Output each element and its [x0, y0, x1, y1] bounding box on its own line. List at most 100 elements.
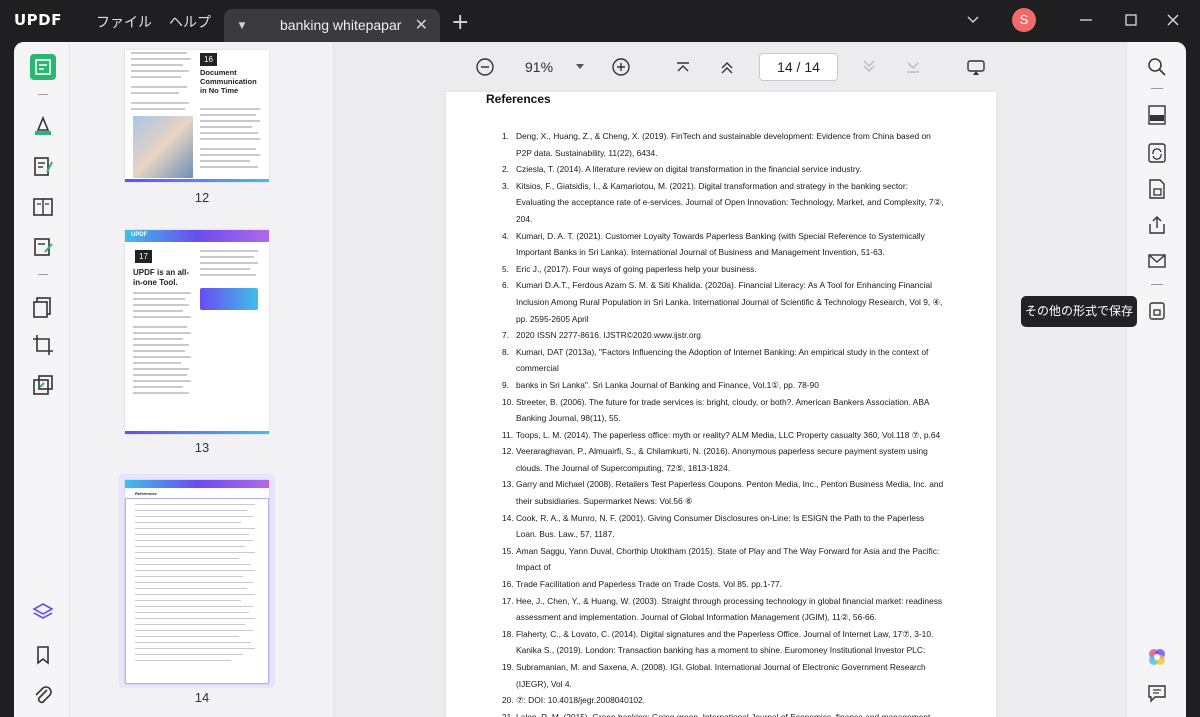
thumbnail-page-number: 14 — [194, 690, 210, 705]
reference-number: 11. — [502, 429, 514, 440]
reference-text: Deng, X., Huang, Z., & Cheng, X. (2019).… — [516, 131, 931, 158]
reference-number: 12. — [502, 446, 514, 457]
organize-pages-icon[interactable] — [30, 294, 56, 320]
email-icon[interactable] — [1146, 250, 1168, 272]
zoom-level[interactable]: 91% — [525, 59, 553, 75]
search-icon[interactable] — [1146, 56, 1168, 78]
share-icon[interactable] — [1146, 214, 1168, 236]
reference-text: ⑦: DOI: 10.4018/jegr.2008040102. — [516, 695, 646, 706]
tab-close-icon[interactable]: ✕ — [415, 15, 428, 34]
reference-item: 6. Kumari D.A.T., Ferdous Azam S. M. & Si… — [486, 277, 946, 327]
reference-number: 2. — [502, 164, 509, 175]
close-window-icon[interactable] — [1163, 10, 1183, 30]
tab-dropdown-icon[interactable]: ▼ — [234, 18, 250, 34]
reference-number: 3. — [502, 180, 509, 191]
form-icon[interactable] — [30, 194, 56, 220]
reference-item: 9. banks in Sri Lanka". Sri Lanka Journal… — [486, 377, 946, 394]
zoom-out-icon[interactable] — [474, 56, 496, 78]
reference-number: 6. — [502, 280, 509, 291]
reference-item: 10. Streeter, B. (2006). The future for t… — [486, 394, 946, 427]
reference-number: 16. — [502, 579, 514, 590]
separator — [38, 94, 48, 95]
first-page-icon[interactable] — [672, 56, 694, 78]
reference-text: Flaherty, C., & Lovato, C. (2014). Digit… — [516, 628, 934, 656]
next-page-icon — [858, 56, 880, 78]
reference-text: banks in Sri Lanka". Sri Lanka Journal o… — [516, 379, 819, 390]
thumbnail-page-12[interactable]: 16 Document Communication in No Time — [125, 50, 269, 182]
reference-text: Lalon, R. M. (2015). Green banking: Goin… — [516, 711, 931, 717]
chevron-down-icon[interactable] — [965, 12, 981, 28]
reference-text: Kumari D.A.T., Ferdous Azam S. M. & Siti… — [516, 280, 943, 324]
reference-text: Trade Facilitation and Paperless Trade o… — [516, 579, 782, 590]
thumbnail-logo: UPDF — [131, 232, 148, 238]
reference-number: 5. — [502, 263, 509, 274]
reference-item: 2. Cziesla, T. (2014). A literature revie… — [486, 161, 946, 178]
reference-number: 1. — [502, 131, 509, 141]
convert-icon[interactable] — [1146, 142, 1168, 164]
tooltip-save-as: その他の形式で保存 — [1021, 296, 1137, 327]
app-logo[interactable]: UPDF — [14, 11, 62, 29]
reference-number: 13. — [502, 479, 514, 490]
protect-icon[interactable] — [1146, 178, 1168, 200]
reference-item: 20. ⑦: DOI: 10.4018/jegr.2008040102. — [486, 692, 946, 709]
zoom-dropdown-icon[interactable] — [572, 58, 594, 80]
previous-page-icon[interactable] — [716, 56, 738, 78]
maximize-icon[interactable] — [1121, 10, 1141, 30]
reference-text: Eric J., (2017). Four ways of going pape… — [516, 263, 757, 274]
reference-number: 19. — [502, 662, 514, 672]
crop-icon[interactable] — [30, 332, 56, 358]
page-tools-icon[interactable] — [30, 372, 56, 398]
thumbnail-page-number: 13 — [194, 440, 210, 455]
save-as-other-icon[interactable] — [1146, 300, 1168, 322]
menu-file[interactable]: ファイル — [96, 12, 152, 32]
reference-number: 7. — [502, 330, 509, 341]
zoom-in-icon[interactable] — [610, 56, 632, 78]
thumbnail-heading: Document Communication in No Time — [200, 68, 257, 95]
menu-help[interactable]: ヘルプ — [169, 12, 211, 32]
reference-item: 4. Kumari, D. A. T. (2021). Customer Loya… — [486, 228, 946, 261]
minimize-icon[interactable] — [1076, 10, 1096, 30]
comment-icon[interactable] — [1146, 682, 1168, 704]
reader-mode-icon[interactable] — [30, 54, 56, 80]
reference-item: 15. Aman Saggu, Yann Duval, Chorthip Utok… — [486, 543, 946, 576]
reference-text: Veeraraghavan, P., Almuairfi, S., & Chil… — [516, 446, 928, 473]
reference-text: Hee, J., Chen, Y., & Huang, W. (2003). S… — [516, 595, 943, 623]
thumbnail-page-14[interactable]: References — [125, 480, 269, 684]
reference-item: 13. Garry and Michael (2008). Retailers T… — [486, 476, 946, 509]
thumbnail-badge: 16 — [200, 53, 217, 66]
bookmark-icon[interactable] — [30, 642, 56, 668]
new-tab-icon[interactable]: + — [451, 10, 469, 35]
page-number-input[interactable]: 14 / 14 — [759, 53, 838, 81]
reference-number: 10. — [502, 396, 514, 407]
attachment-icon[interactable] — [30, 682, 56, 708]
thumbnail-badge: 17 — [135, 250, 152, 263]
document-viewer[interactable]: 91% 14 / 14 References 1. Deng, X., Huan… — [334, 42, 1126, 717]
edit-pdf-icon[interactable] — [30, 154, 56, 180]
pdf-page: References 1. Deng, X., Huang, Z., & Chen… — [446, 92, 996, 717]
thumbnail-heading: UPDF is an all-in-one Tool. — [133, 268, 190, 287]
reference-item: 19. Subramanian, M. and Saxena, A. (2008)… — [486, 659, 946, 692]
ocr-icon[interactable] — [1146, 104, 1168, 126]
reference-list: 1. Deng, X., Huang, Z., & Cheng, X. (2019… — [486, 128, 946, 717]
fill-sign-icon[interactable] — [30, 234, 56, 260]
reference-number: 21. — [502, 711, 514, 717]
thumbnail-panel: 16 Document Communication in No Time 12 … — [70, 42, 334, 717]
layers-icon[interactable] — [30, 599, 56, 625]
thumbnail-page-13[interactable]: UPDF 17 UPDF is an all-in-one Tool. — [125, 230, 269, 434]
reference-item: 17. Hee, J., Chen, Y., & Huang, W. (2003)… — [486, 593, 946, 626]
last-page-icon — [902, 56, 924, 78]
presentation-icon[interactable] — [965, 56, 987, 78]
reference-number: 4. — [502, 230, 509, 241]
reference-item: 18. Flaherty, C., & Lovato, C. (2014). Di… — [486, 626, 946, 659]
reference-number: 8. — [502, 346, 509, 357]
reference-number: 14. — [502, 512, 514, 523]
reference-number: 9. — [502, 379, 509, 390]
document-tab[interactable]: ▼ banking whitepapar ✕ — [224, 9, 440, 42]
avatar[interactable]: S — [1012, 8, 1036, 32]
tab-title: banking whitepapar — [280, 17, 402, 33]
reference-item: 1. Deng, X., Huang, Z., & Cheng, X. (2019… — [486, 128, 946, 161]
comment-highlight-icon[interactable] — [30, 112, 56, 138]
reference-number: 20. — [502, 695, 514, 706]
ai-assistant-icon[interactable] — [1146, 646, 1168, 668]
main-area: 16 Document Communication in No Time 12 … — [14, 42, 1186, 717]
